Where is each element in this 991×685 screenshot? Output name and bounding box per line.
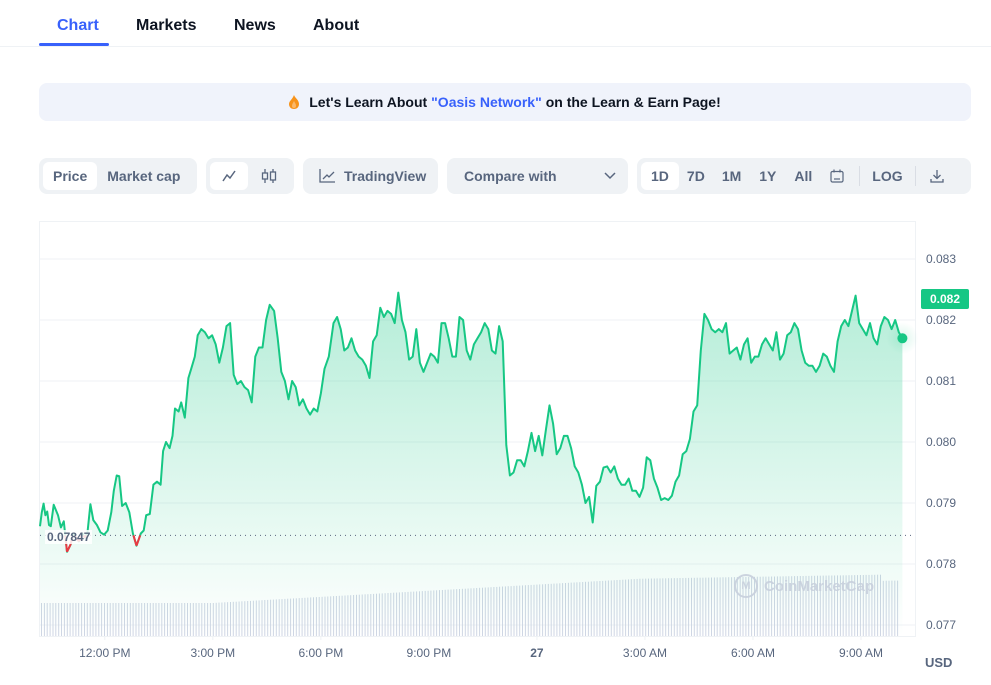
candlestick-icon <box>261 169 277 183</box>
download-icon <box>929 170 944 183</box>
banner-suffix: on the Learn & Earn Page! <box>545 94 721 110</box>
y-tick-label: 0.082 <box>926 313 957 327</box>
calendar-icon <box>830 169 844 183</box>
line-chart-button[interactable] <box>210 162 248 190</box>
tradingview-label: TradingView <box>344 168 427 184</box>
banner-prefix: Let's Learn About <box>309 94 428 110</box>
tradingview-icon <box>319 169 335 183</box>
chart-type-toggle <box>206 158 294 194</box>
tab-news[interactable]: News <box>234 17 276 35</box>
x-tick-label: 12:00 PM <box>79 646 131 660</box>
y-tick-label: 0.079 <box>926 496 957 510</box>
y-tick-label: 0.081 <box>926 374 957 388</box>
x-tick-label: 6:00 AM <box>730 646 775 660</box>
range-1y[interactable]: 1Y <box>750 162 785 190</box>
coinmarketcap-logo-icon: M <box>734 574 758 598</box>
watermark: M CoinMarketCap <box>734 574 874 598</box>
line-chart-icon <box>222 170 236 182</box>
log-scale-button[interactable]: LOG <box>866 162 908 190</box>
range-7d[interactable]: 7D <box>679 162 713 190</box>
range-toolbar: 1D 7D 1M 1Y All LOG <box>637 158 971 194</box>
x-tick-label: 3:00 PM <box>190 646 236 660</box>
tab-about[interactable]: About <box>313 17 359 35</box>
download-button[interactable] <box>922 162 952 190</box>
x-tick-label: 3:00 AM <box>622 646 667 660</box>
y-tick-label: 0.080 <box>926 435 957 449</box>
compare-with-label: Compare with <box>464 168 557 184</box>
range-all[interactable]: All <box>785 162 821 190</box>
compare-with-dropdown[interactable]: Compare with <box>447 158 628 194</box>
x-tick-label: 9:00 AM <box>838 646 883 660</box>
open-price-label: 0.07847 <box>45 530 93 544</box>
price-toggle[interactable]: Price <box>43 162 98 190</box>
current-price-tag: 0.082 <box>921 289 969 309</box>
tab-chart[interactable]: Chart <box>57 17 99 35</box>
market-cap-toggle[interactable]: Market cap <box>97 162 190 190</box>
x-tick-label: 9:00 PM <box>406 646 452 660</box>
metric-toggle: Price Market cap <box>39 158 197 194</box>
y-tick-label: 0.078 <box>926 557 957 571</box>
flame-icon <box>289 95 300 109</box>
x-tick-label: 6:00 PM <box>298 646 344 660</box>
active-tab-indicator <box>39 43 109 46</box>
tradingview-button[interactable]: TradingView <box>303 158 438 194</box>
currency-label: USD <box>925 655 953 670</box>
x-tick-label: 27 <box>530 646 544 660</box>
y-tick-label: 0.083 <box>926 252 957 266</box>
banner-link[interactable]: "Oasis Network" <box>431 94 542 110</box>
toolbar-divider <box>914 166 916 186</box>
date-range-button[interactable] <box>821 162 853 190</box>
chevron-down-icon <box>604 172 616 180</box>
tab-bar: Chart Markets News About <box>0 0 991 47</box>
candlestick-button[interactable] <box>248 162 290 190</box>
range-1d[interactable]: 1D <box>641 162 679 190</box>
tab-markets[interactable]: Markets <box>136 17 196 35</box>
watermark-text: CoinMarketCap <box>764 577 875 595</box>
toolbar-divider <box>859 166 861 186</box>
y-tick-label: 0.077 <box>926 618 957 632</box>
range-1m[interactable]: 1M <box>713 162 750 190</box>
learn-earn-banner: Let's Learn About "Oasis Network" on the… <box>39 83 971 121</box>
